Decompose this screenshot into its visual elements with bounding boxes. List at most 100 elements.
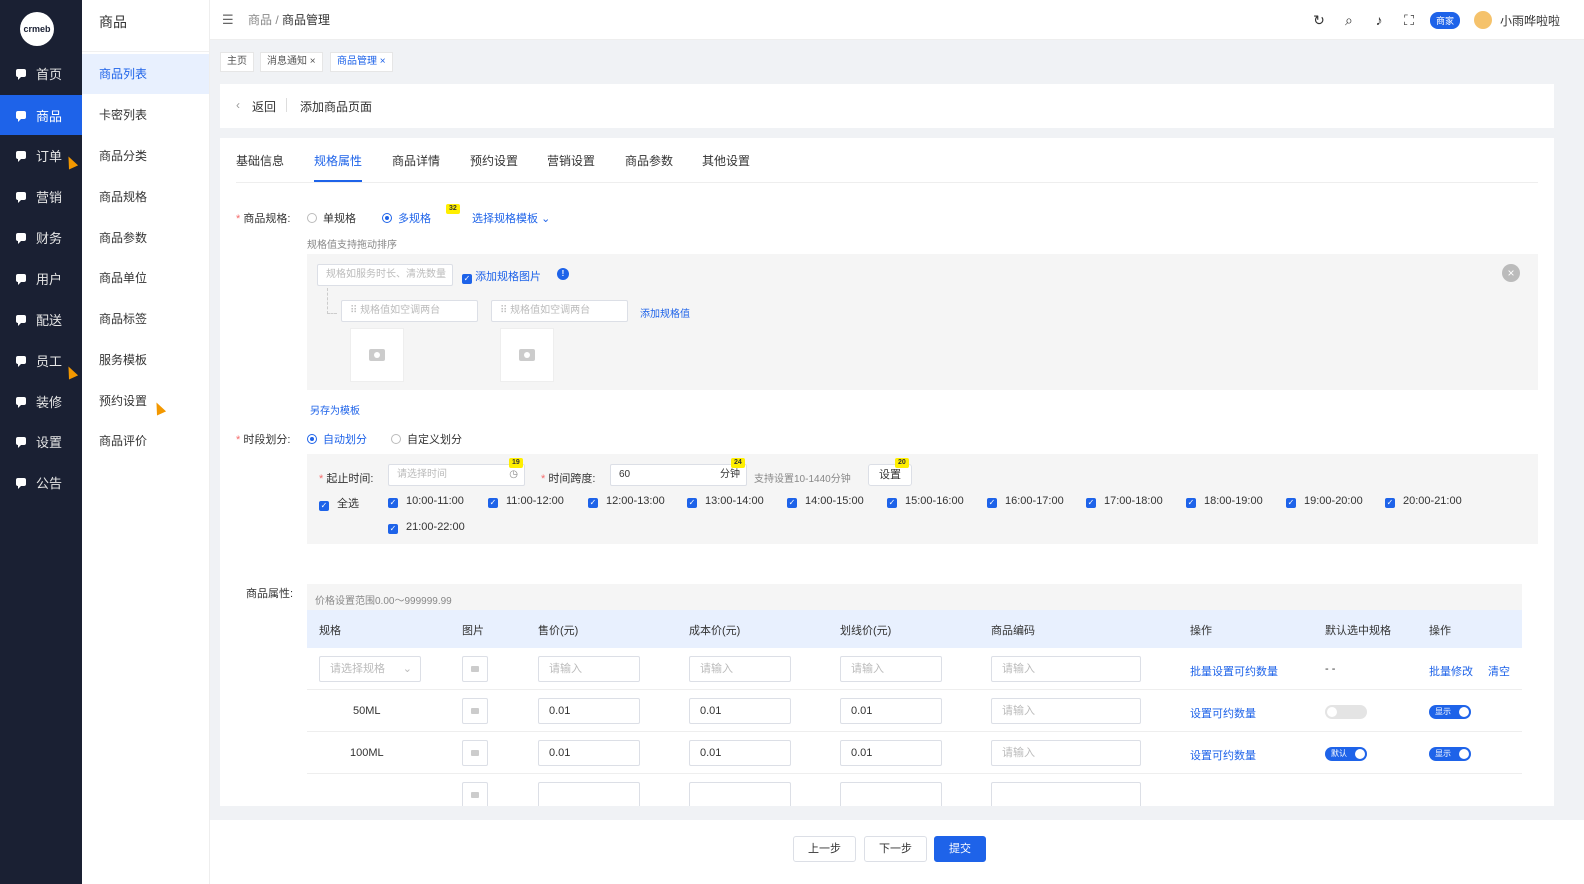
tag-messages[interactable]: 消息通知 ×: [260, 52, 323, 72]
code-input[interactable]: 请输入: [991, 698, 1141, 724]
image-upload[interactable]: [462, 698, 488, 724]
spec-image-upload-2[interactable]: [500, 328, 554, 382]
cost-input[interactable]: [689, 782, 791, 806]
image-upload[interactable]: [462, 782, 488, 806]
tab-booking-settings[interactable]: 预约设置: [470, 152, 518, 169]
time-slot-checkbox[interactable]: ✓ 19:00-20:00: [1286, 495, 1363, 508]
add-spec-image-checkbox[interactable]: ✓ 添加规格图片: [462, 268, 541, 284]
time-slot-checkbox[interactable]: ✓ 10:00-11:00: [388, 495, 464, 508]
spec-image-upload-1[interactable]: [350, 328, 404, 382]
bell-icon[interactable]: ♪: [1364, 12, 1394, 28]
submenu-item-params[interactable]: 商品参数: [82, 218, 209, 258]
sidebar-item-notice[interactable]: 公告: [0, 462, 82, 502]
avatar[interactable]: [1473, 11, 1492, 29]
time-slot-checkbox[interactable]: ✓ 15:00-16:00: [887, 495, 964, 508]
set-quantity-link[interactable]: 设置可约数量: [1190, 705, 1256, 721]
spec-value-input-1[interactable]: ⠿ 规格值如空调两台: [341, 300, 478, 322]
chevron-left-icon[interactable]: ‹: [236, 98, 240, 112]
add-spec-value-link[interactable]: 添加规格值: [640, 305, 690, 320]
time-span-input[interactable]: 60 分钟: [610, 464, 747, 486]
username[interactable]: 小雨哗啦啦: [1500, 12, 1560, 29]
back-link[interactable]: 返回: [252, 98, 276, 115]
time-slot-checkbox[interactable]: ✓ 12:00-13:00: [588, 495, 665, 508]
show-toggle[interactable]: 显示: [1429, 747, 1471, 761]
time-slot-checkbox[interactable]: ✓ 20:00-21:00: [1385, 495, 1462, 508]
line-price-input[interactable]: 0.01: [840, 740, 942, 766]
code-input[interactable]: 请输入: [991, 656, 1141, 682]
auto-period-radio[interactable]: 自动划分: [307, 431, 367, 447]
submenu-item-booking-settings[interactable]: 预约设置: [82, 381, 209, 421]
spec-value-input-2[interactable]: ⠿ 规格值如空调两台: [491, 300, 628, 322]
price-input[interactable]: 请输入: [538, 656, 640, 682]
time-slot-checkbox[interactable]: ✓ 18:00-19:00: [1186, 495, 1263, 508]
start-time-input[interactable]: 请选择时间 ◷: [388, 464, 525, 486]
show-toggle[interactable]: 显示: [1429, 705, 1471, 719]
time-slot-checkbox[interactable]: ✓ 17:00-18:00: [1086, 495, 1163, 508]
image-upload[interactable]: [462, 740, 488, 766]
time-slot-checkbox[interactable]: ✓ 13:00-14:00: [687, 495, 764, 508]
line-price-input[interactable]: 请输入: [840, 656, 942, 682]
sidebar-item-products[interactable]: 商品: [0, 95, 82, 135]
price-input[interactable]: 0.01: [538, 740, 640, 766]
submenu-item-tags[interactable]: 商品标签: [82, 299, 209, 339]
sidebar-item-finance[interactable]: 财务: [0, 217, 82, 257]
next-step-button[interactable]: 下一步: [864, 836, 927, 862]
prev-step-button[interactable]: 上一步: [793, 836, 856, 862]
spec-select[interactable]: 请选择规格 ⌄: [319, 656, 421, 682]
tag-home[interactable]: 主页: [220, 52, 254, 72]
batch-set-quantity-link[interactable]: 批量设置可约数量: [1190, 663, 1278, 679]
price-input[interactable]: 0.01: [538, 698, 640, 724]
submenu-item-product-list[interactable]: 商品列表: [82, 54, 209, 94]
fullscreen-icon[interactable]: ⛶: [1394, 12, 1424, 29]
default-toggle[interactable]: 默认: [1325, 747, 1367, 761]
set-quantity-link[interactable]: 设置可约数量: [1190, 747, 1256, 763]
search-icon[interactable]: ⌕: [1334, 12, 1364, 29]
custom-period-radio[interactable]: 自定义划分: [391, 431, 462, 447]
sidebar-item-delivery[interactable]: 配送: [0, 299, 82, 339]
multi-spec-radio[interactable]: 多规格: [382, 210, 431, 226]
clear-link[interactable]: 清空: [1488, 663, 1510, 679]
sidebar-item-settings[interactable]: 设置: [0, 421, 82, 461]
submenu-item-reviews[interactable]: 商品评价: [82, 421, 209, 461]
menu-fold-icon[interactable]: ☰: [222, 12, 234, 28]
tab-product-params[interactable]: 商品参数: [625, 152, 673, 169]
sidebar-item-home[interactable]: 首页: [0, 53, 82, 93]
single-spec-radio[interactable]: 单规格: [307, 210, 356, 226]
code-input[interactable]: 请输入: [991, 740, 1141, 766]
time-slot-checkbox[interactable]: ✓ 21:00-22:00: [388, 521, 465, 534]
tab-spec-attributes[interactable]: 规格属性: [314, 152, 362, 169]
sidebar-item-marketing[interactable]: 营销: [0, 176, 82, 216]
submenu-item-unit[interactable]: 商品单位: [82, 258, 209, 298]
tab-basic-info[interactable]: 基础信息: [236, 152, 284, 169]
tab-other-settings[interactable]: 其他设置: [702, 152, 750, 169]
submenu-item-spec[interactable]: 商品规格: [82, 177, 209, 217]
cost-input[interactable]: 0.01: [689, 698, 791, 724]
submenu-item-card-list[interactable]: 卡密列表: [82, 95, 209, 135]
info-icon[interactable]: !: [557, 268, 569, 280]
submenu-item-category[interactable]: 商品分类: [82, 136, 209, 176]
tab-marketing-settings[interactable]: 营销设置: [547, 152, 595, 169]
time-slot-checkbox[interactable]: ✓ 11:00-12:00: [488, 495, 564, 508]
refresh-icon[interactable]: ↻: [1304, 12, 1334, 29]
sidebar-item-users[interactable]: 用户: [0, 258, 82, 298]
time-slot-checkbox[interactable]: ✓ 14:00-15:00: [787, 495, 864, 508]
save-as-template-link[interactable]: 另存为模板: [310, 402, 360, 417]
submenu-item-service-template[interactable]: 服务模板: [82, 340, 209, 380]
close-circle-icon[interactable]: ×: [1502, 264, 1520, 282]
code-input[interactable]: [991, 782, 1141, 806]
select-spec-template-link[interactable]: 选择规格模板 ⌄: [472, 210, 550, 226]
default-toggle[interactable]: [1325, 705, 1367, 719]
line-price-input[interactable]: 0.01: [840, 698, 942, 724]
select-all-checkbox[interactable]: ✓ 全选: [319, 495, 359, 511]
breadcrumb-parent[interactable]: 商品 /: [248, 13, 279, 27]
batch-edit-link[interactable]: 批量修改: [1429, 663, 1473, 679]
tag-product-management[interactable]: 商品管理 ×: [330, 52, 393, 72]
tab-product-details[interactable]: 商品详情: [392, 152, 440, 169]
image-upload[interactable]: [462, 656, 488, 682]
cost-input[interactable]: 0.01: [689, 740, 791, 766]
cost-input[interactable]: 请输入: [689, 656, 791, 682]
line-price-input[interactable]: [840, 782, 942, 806]
sidebar-item-decoration[interactable]: 装修: [0, 381, 82, 421]
spec-name-input[interactable]: 规格如服务时长、清洗数量: [317, 264, 453, 286]
submit-button[interactable]: 提交: [934, 836, 986, 862]
